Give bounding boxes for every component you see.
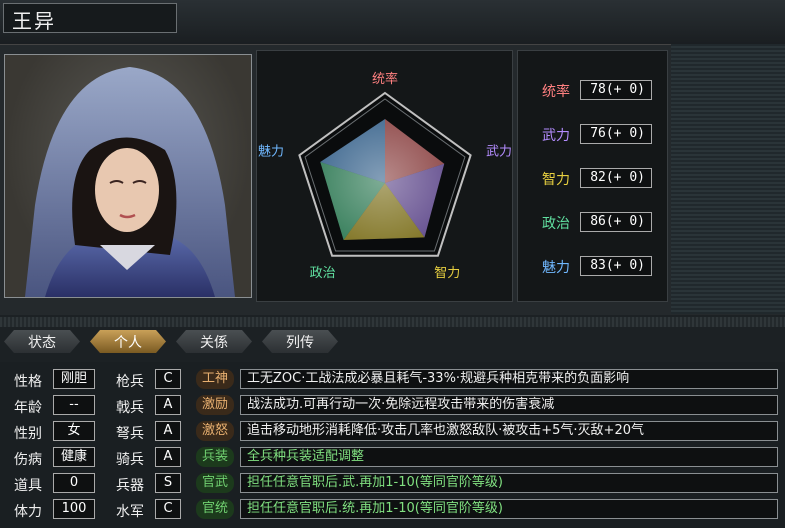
radar-label-intelligence: 智力 [434, 266, 460, 281]
radar-panel: 统率 武力 智力 政治 魅力 [256, 50, 513, 302]
stat-value-war: 76(+ 0) [580, 124, 652, 144]
skill-description: 工无ZOC·工战法成必暴且耗气-33%·规避兵种相克带来的负面影响 [240, 369, 778, 389]
personal-value: 刚胆 [53, 369, 95, 389]
aptitude-label: 枪兵 [116, 374, 144, 390]
personal-value: -- [53, 395, 95, 415]
aptitude-grade: C [155, 369, 181, 389]
aptitude-grade: S [155, 473, 181, 493]
stat-value-charm: 83(+ 0) [580, 256, 652, 276]
aptitude-grade: A [155, 421, 181, 441]
radar-chart: 统率 武力 智力 政治 魅力 [258, 71, 512, 281]
skill-tag[interactable]: 激怒 [196, 421, 234, 441]
personal-value: 100 [53, 499, 95, 519]
personal-value: 健康 [53, 447, 95, 467]
skill-description: 担任任意官职后.武.再加1-10(等同官阶等级) [240, 473, 778, 493]
stat-value-command: 78(+ 0) [580, 80, 652, 100]
aptitude-label: 骑兵 [116, 452, 144, 468]
skill-tag[interactable]: 官统 [196, 499, 234, 519]
stat-label-intelligence: 智力 [542, 172, 570, 188]
aptitude-label: 弩兵 [116, 426, 144, 442]
personal-label: 体力 [14, 504, 42, 520]
personal-value: 0 [53, 473, 95, 493]
radar-label-command: 统率 [372, 71, 398, 87]
character-name: 王异 [12, 9, 56, 33]
personal-label: 伤病 [14, 452, 42, 468]
aptitude-label: 兵器 [116, 478, 144, 494]
stat-label-command: 统率 [542, 84, 570, 100]
stats-panel: 统率 78(+ 0) 武力 76(+ 0) 智力 82(+ 0) 政治 86(+… [517, 50, 668, 302]
personal-value: 女 [53, 421, 95, 441]
personal-label: 性格 [14, 374, 42, 390]
decorative-stripes [671, 44, 785, 314]
stat-value-politics: 86(+ 0) [580, 212, 652, 232]
tab-biography[interactable]: 列传 [262, 330, 338, 353]
skill-tag[interactable]: 激励 [196, 395, 234, 415]
aptitude-grade: A [155, 447, 181, 467]
personal-label: 性别 [14, 426, 42, 442]
skill-description: 全兵种兵装适配调整 [240, 447, 778, 467]
aptitude-label: 戟兵 [116, 400, 144, 416]
aptitude-grade: C [155, 499, 181, 519]
stat-label-charm: 魅力 [542, 260, 570, 276]
character-portrait [4, 54, 252, 298]
skill-tag[interactable]: 官武 [196, 473, 234, 493]
portrait-illustration [25, 67, 235, 297]
tab-relations[interactable]: 关係 [176, 330, 252, 353]
skill-description: 担任任意官职后.统.再加1-10(等同官阶等级) [240, 499, 778, 519]
tab-bar-stripe [0, 317, 785, 327]
tab-status[interactable]: 状态 [4, 330, 80, 353]
radar-label-politics: 政治 [310, 266, 336, 281]
skill-description: 追击移动地形消耗降低·攻击几率也激怒敌队·被攻击+5气·灭敌+20气 [240, 421, 778, 441]
tab-personal[interactable]: 个人 [90, 330, 166, 353]
aptitude-label: 水军 [116, 504, 144, 520]
skill-tag[interactable]: 兵装 [196, 447, 234, 467]
stat-label-war: 武力 [542, 128, 570, 144]
aptitude-grade: A [155, 395, 181, 415]
skill-tag[interactable]: 工神 [196, 369, 234, 389]
radar-label-charm: 魅力 [258, 144, 284, 159]
skill-description: 战法成功.可再行动一次·免除远程攻击带来的伤害衰减 [240, 395, 778, 415]
personal-label: 年龄 [14, 400, 42, 416]
personal-label: 道具 [14, 478, 42, 494]
stat-label-politics: 政治 [542, 216, 570, 232]
radar-label-war: 武力 [486, 144, 512, 159]
stat-value-intelligence: 82(+ 0) [580, 168, 652, 188]
